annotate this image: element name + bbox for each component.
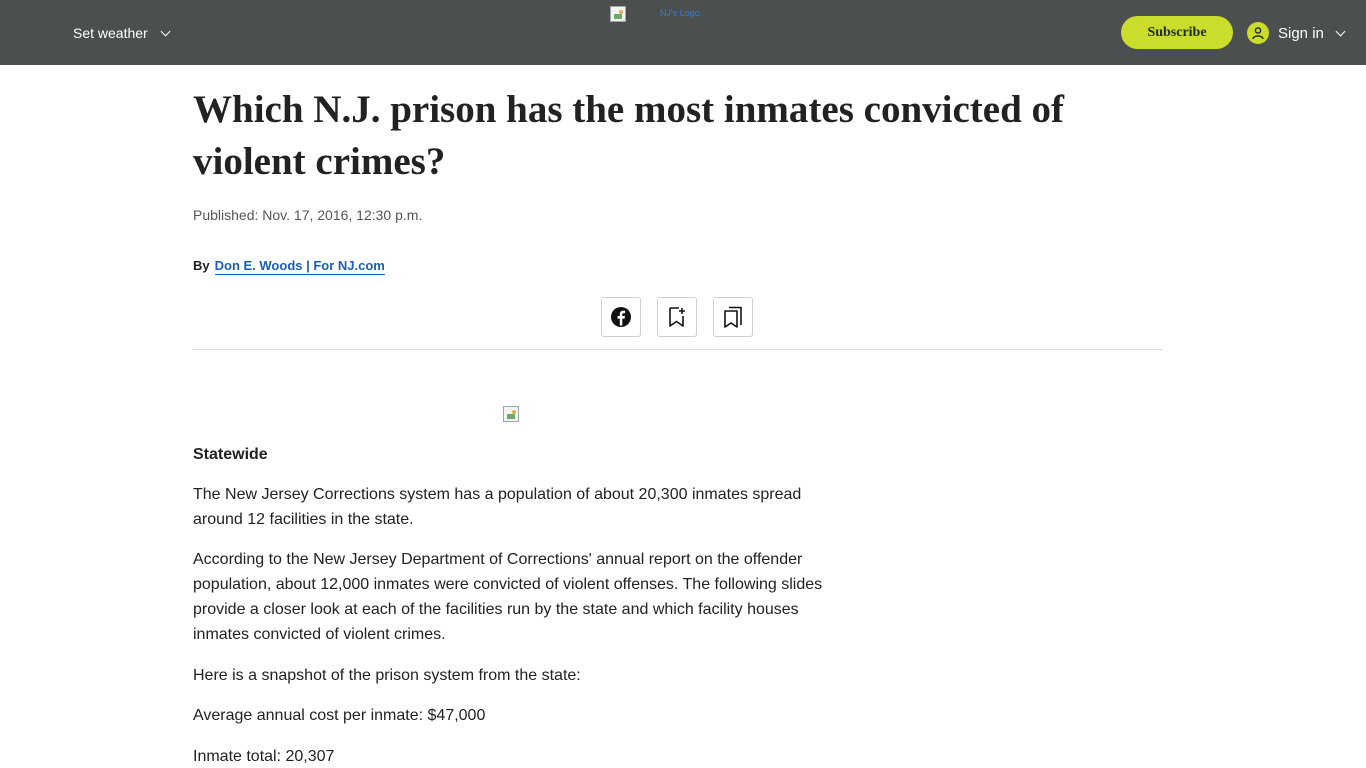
author-link[interactable]: Don E. Woods | For NJ.com (214, 258, 385, 275)
paragraph: Here is a snapshot of the prison system … (193, 667, 581, 684)
top-nav-bar: Set weather NJ's Logo Subscribe Sign in (0, 0, 1366, 65)
header-divider (193, 349, 1162, 350)
paragraph: The New Jersey Corrections system has a … (193, 486, 802, 528)
chevron-down-icon (160, 26, 171, 36)
sign-in-button[interactable]: Sign in (1247, 22, 1346, 44)
bookmarks-icon (724, 306, 742, 328)
paragraph: Inmate total: 20,307 (193, 748, 335, 765)
article-title: Which N.J. prison has the most inmates c… (193, 88, 1065, 183)
subscribe-button[interactable]: Subscribe (1121, 16, 1233, 49)
paragraph: Average annual cost per inmate: $47,000 (193, 707, 486, 724)
byline: By Don E. Woods | For NJ.com (193, 258, 385, 275)
facebook-icon (611, 307, 631, 327)
site-logo[interactable]: NJ's Logo (610, 6, 700, 22)
facebook-share-button[interactable] (601, 297, 641, 337)
user-icon (1247, 22, 1269, 44)
bookmark-add-button[interactable] (657, 297, 697, 337)
published-date: Published: Nov. 17, 2016, 12:30 p.m. (193, 207, 423, 223)
article-image (503, 406, 519, 422)
chevron-down-icon (1335, 26, 1346, 36)
logo-alt-text: NJ's Logo (660, 8, 700, 18)
set-weather-button[interactable]: Set weather (73, 25, 171, 41)
bookmarks-button[interactable] (713, 297, 753, 337)
bookmark-add-icon (669, 307, 685, 327)
sign-in-label: Sign in (1278, 24, 1324, 42)
set-weather-label: Set weather (73, 25, 148, 41)
by-label: By (193, 258, 210, 273)
paragraph: According to the New Jersey Department o… (193, 551, 823, 643)
section-heading: Statewide (193, 446, 268, 463)
broken-image-icon (610, 6, 626, 22)
